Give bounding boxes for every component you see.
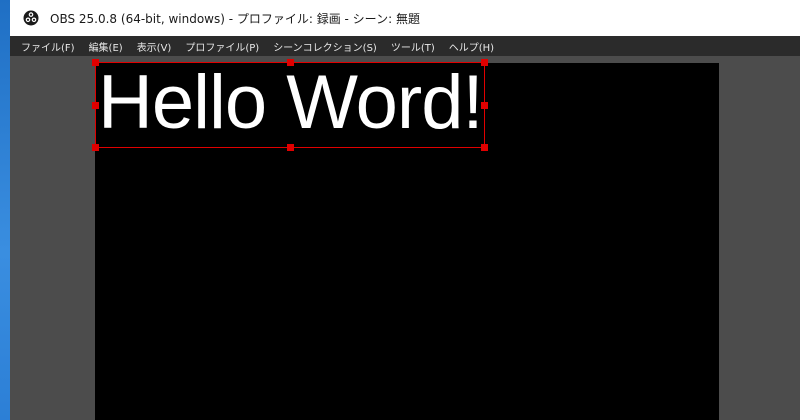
source-selection-box[interactable] xyxy=(92,59,488,151)
title-bar: OBS 25.0.8 (64-bit, windows) - プロファイル: 録… xyxy=(10,0,800,37)
menu-view[interactable]: 表示(V) xyxy=(130,39,179,54)
menu-file[interactable]: ファイル(F) xyxy=(14,39,82,54)
resize-handle-right[interactable] xyxy=(481,102,488,109)
resize-handle-top-left[interactable] xyxy=(92,59,99,66)
obs-window: OBS 25.0.8 (64-bit, windows) - プロファイル: 録… xyxy=(10,0,800,420)
menu-help[interactable]: ヘルプ(H) xyxy=(442,39,501,54)
resize-handle-top[interactable] xyxy=(287,59,294,66)
menu-bar: ファイル(F) 編集(E) 表示(V) プロファイル(P) シーンコレクション(… xyxy=(10,36,800,56)
menu-tools[interactable]: ツール(T) xyxy=(384,39,442,54)
obs-logo-icon xyxy=(22,9,40,27)
resize-handle-bottom-right[interactable] xyxy=(481,144,488,151)
resize-handle-bottom-left[interactable] xyxy=(92,144,99,151)
menu-scene-collection[interactable]: シーンコレクション(S) xyxy=(266,39,384,54)
resize-handle-left[interactable] xyxy=(92,102,99,109)
menu-profile[interactable]: プロファイル(P) xyxy=(178,39,266,54)
resize-handle-bottom[interactable] xyxy=(287,144,294,151)
window-title: OBS 25.0.8 (64-bit, windows) - プロファイル: 録… xyxy=(50,11,420,26)
resize-handle-top-right[interactable] xyxy=(481,59,488,66)
menu-edit[interactable]: 編集(E) xyxy=(82,39,130,54)
